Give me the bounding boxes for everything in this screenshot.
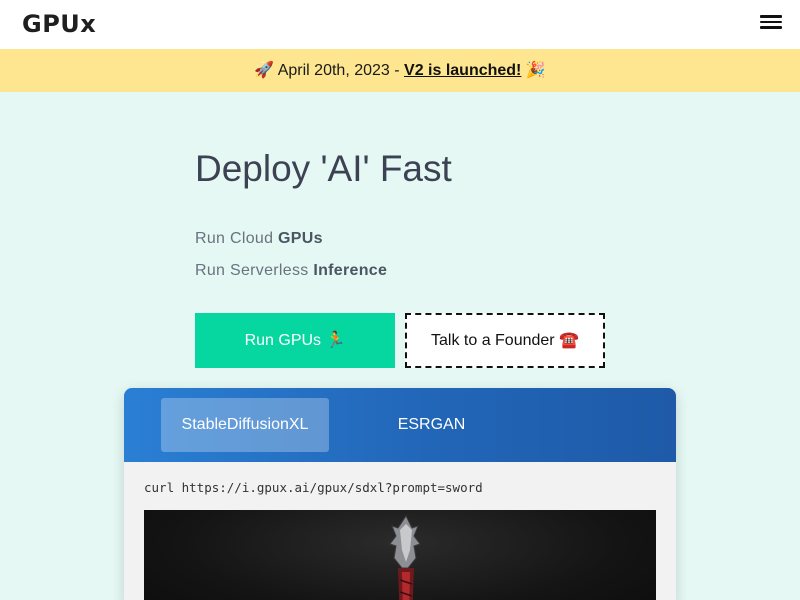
menu-line — [760, 15, 782, 18]
logo[interactable]: GPUx — [22, 10, 96, 38]
feature-text: Run Serverless — [195, 262, 314, 279]
feature-cloud-gpus: Run Cloud GPUs — [195, 230, 323, 248]
hero-title: Deploy 'AI' Fast — [195, 148, 452, 189]
demo-card: StableDiffusionXL ESRGAN curl https://i.… — [124, 388, 676, 600]
sword-image-icon — [389, 515, 421, 600]
party-icon: 🎉 — [521, 62, 546, 79]
run-gpus-button[interactable]: Run GPUs 🏃 — [195, 313, 395, 368]
announcement-banner: 🚀 April 20th, 2023 - V2 is launched! 🎉 — [0, 49, 800, 92]
talk-to-founder-button[interactable]: Talk to a Founder ☎️ — [405, 313, 605, 368]
tab-stablediffusionxl[interactable]: StableDiffusionXL — [161, 398, 329, 452]
navbar: GPUx — [0, 0, 800, 49]
curl-command: curl https://i.gpux.ai/gpux/sdxl?prompt=… — [144, 480, 483, 495]
menu-line — [760, 26, 782, 29]
feature-highlight: Inference — [313, 262, 388, 279]
result-image — [144, 510, 656, 600]
model-tabs: StableDiffusionXL ESRGAN — [124, 388, 676, 462]
tab-esrgan[interactable]: ESRGAN — [384, 398, 479, 452]
feature-text: Run Cloud — [195, 230, 279, 247]
feature-serverless-inference: Run Serverless Inference — [195, 262, 387, 280]
feature-highlight: GPUs — [278, 230, 323, 247]
hamburger-menu-icon[interactable] — [760, 12, 782, 32]
banner-text: 🚀 April 20th, 2023 - — [254, 62, 405, 79]
menu-line — [760, 20, 782, 23]
banner-link[interactable]: V2 is launched! — [404, 62, 521, 79]
